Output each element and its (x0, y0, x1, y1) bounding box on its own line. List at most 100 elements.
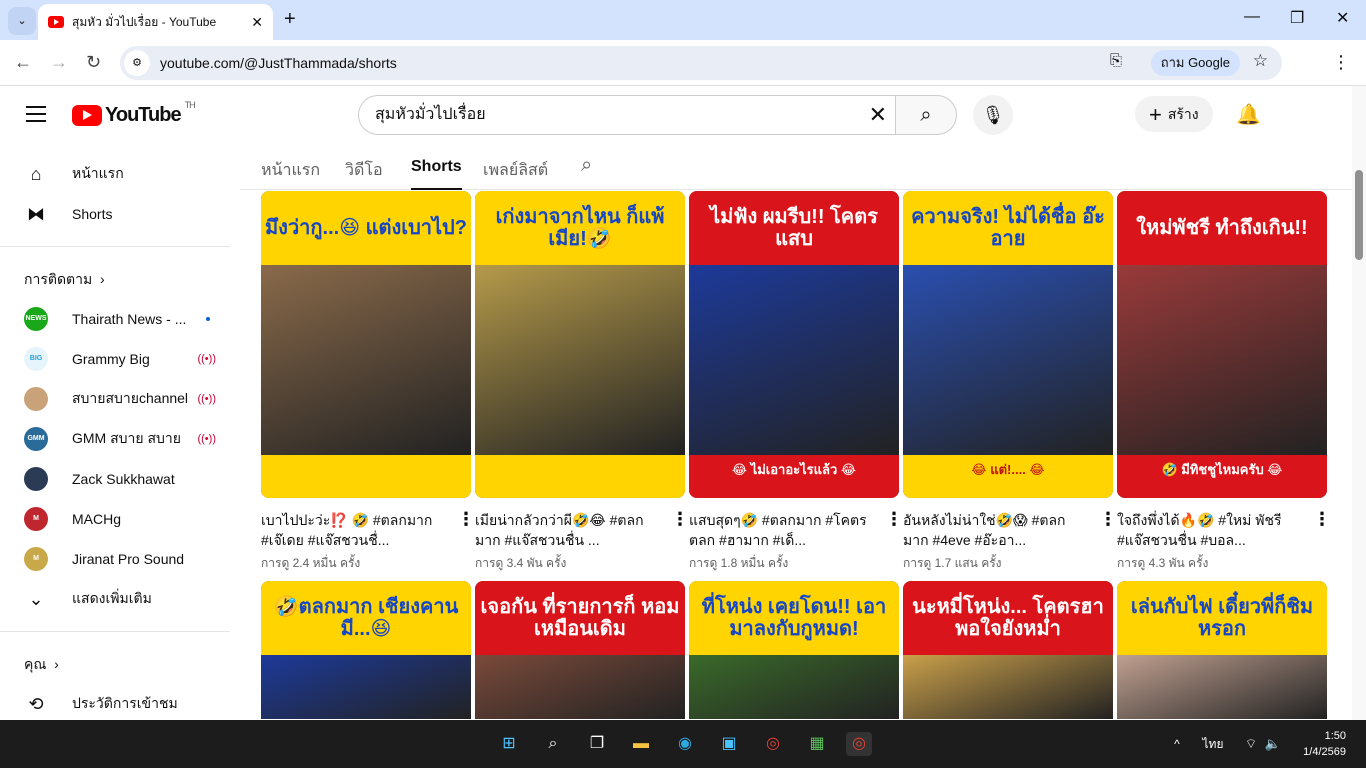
short-card[interactable]: มึงว่ากู...😆 แต่งเบาไป? เบาไปปะว่ะ⁉️ 🤣 #… (261, 191, 475, 573)
sidebar-item-home[interactable]: ⌂ หน้าแรก (0, 154, 240, 194)
tab-videos[interactable]: วิดีโอ (345, 158, 383, 183)
short-card[interactable]: ที่โหน่ง เคยโดน!! เอามาลงกับกูหมด! (689, 581, 899, 719)
sidebar-item-shorts[interactable]: ⧓ Shorts (0, 194, 240, 234)
forward-button[interactable]: → (50, 52, 68, 73)
you-header[interactable]: คุณ › (0, 644, 240, 684)
short-thumbnail[interactable]: นะหมี่โหน่ง... โคตรฮา พอใจยังหม่ำ (903, 581, 1113, 719)
short-title[interactable]: เบาไปปะว่ะ⁉️ 🤣 #ตลกมาก #เจ๊เดย #แจ๊สชวนช… (261, 510, 471, 550)
back-button[interactable]: ← (14, 52, 32, 73)
subscription-item[interactable]: Zack Sukkhawat (0, 459, 240, 499)
more-actions-icon[interactable]: ⋮ (1313, 509, 1331, 530)
chevron-down-icon: ⌄ (28, 588, 44, 609)
subscriptions-header[interactable]: การติดตาม › (0, 259, 240, 299)
plus-icon: + (1149, 102, 1162, 127)
search-input[interactable]: สุมหัวมั่วไปเรื่อย ✕ (358, 95, 896, 135)
browser-menu-button[interactable]: ⋮ (1332, 52, 1350, 73)
bookmark-star-icon[interactable]: ☆ (1253, 51, 1268, 71)
short-title[interactable]: ใจถึงพึ่งได้🔥🤣 #ใหม่ พัชรี #แจ๊สชวนชื่น … (1117, 510, 1327, 550)
short-thumbnail[interactable]: เล่นกับไฟ เดี๋ยวพี่ก็ชิมหรอก (1117, 581, 1327, 719)
short-card[interactable]: ความจริง! ไม่ได้ชื่อ อ๊ะอาย 😂 แต่!.... 😂… (903, 191, 1117, 573)
start-icon[interactable]: ⊞ (496, 732, 522, 756)
chrome-icon[interactable]: ◎ (760, 732, 786, 756)
subscription-item[interactable]: BIG Grammy Big ((•)) (0, 339, 240, 379)
tab-home[interactable]: หน้าแรก (261, 158, 320, 183)
install-app-icon[interactable]: ⎘ (1110, 52, 1122, 69)
short-thumbnail[interactable]: ใหม่พัชรี ทำถึงเกิน!! 🤣 มีทิชชูไหมครับ 😂 (1117, 191, 1327, 498)
volume-icon[interactable]: 🔈 (1260, 732, 1286, 756)
input-language[interactable]: ไทย (1200, 732, 1226, 756)
channel-avatar: M (24, 547, 48, 571)
short-title[interactable]: เมียน่ากลัวกว่าผี🤣😂 #ตลกมาก #แจ๊สชวนชื่น… (475, 510, 685, 550)
clear-search-icon[interactable]: ✕ (869, 96, 887, 134)
address-bar[interactable]: ⚙ youtube.com/@JustThammada/shorts ⎘ ถาม… (120, 46, 1282, 80)
subscription-item[interactable]: M MACHg (0, 499, 240, 539)
site-info-icon[interactable]: ⚙ (124, 50, 150, 76)
short-card[interactable]: เก่งมาจากไหน ก็แพ้เมีย!🤣 เมียน่ากลัวกว่า… (475, 191, 689, 573)
tray-overflow-icon[interactable]: ^ (1164, 732, 1190, 756)
taskbar-search-icon[interactable]: ⌕ (540, 732, 566, 756)
file-explorer-icon[interactable]: ▬ (628, 732, 654, 756)
short-thumbnail[interactable]: เจอกัน ที่รายการก็ หอมเหมือนเดิม (475, 581, 685, 719)
reload-button[interactable]: ↻ (86, 52, 101, 73)
minimize-button[interactable]: — (1244, 8, 1260, 26)
notifications-bell-icon[interactable]: 🔔 (1236, 102, 1261, 127)
close-tab-icon[interactable]: ✕ (251, 14, 263, 31)
short-thumbnail[interactable]: ความจริง! ไม่ได้ชื่อ อ๊ะอาย 😂 แต่!.... 😂 (903, 191, 1113, 498)
sidebar-item-history[interactable]: ⟲ ประวัติการเข้าชม (0, 684, 240, 724)
region-code: TH (184, 100, 196, 110)
more-actions-icon[interactable]: ⋮ (671, 509, 689, 530)
channel-name: MACHg (72, 511, 122, 527)
restore-button[interactable]: ❐ (1290, 8, 1304, 28)
short-title[interactable]: อันหลังไม่น่าใช่🤣😱 #ตลกมาก #4eve #อ๊ะอา.… (903, 510, 1113, 550)
subscription-item[interactable]: NEWS Thairath News - ... (0, 299, 240, 339)
tab-search-button[interactable]: ⌄ (8, 7, 36, 35)
ask-google-button[interactable]: ถาม Google (1150, 50, 1240, 76)
show-more-label: แสดงเพิ่มเติม (72, 590, 152, 606)
short-thumbnail[interactable]: ที่โหน่ง เคยโดน!! เอามาลงกับกูหมด! (689, 581, 899, 719)
scrollbar-thumb[interactable] (1355, 170, 1363, 260)
task-view-icon[interactable]: ❐ (584, 732, 610, 756)
short-card[interactable]: ใหม่พัชรี ทำถึงเกิน!! 🤣 มีทิชชูไหมครับ 😂… (1117, 191, 1331, 573)
menu-icon[interactable] (26, 106, 46, 127)
thumbnail-caption: 🤣 มีทิชชูไหมครับ 😂 (1117, 455, 1327, 498)
create-button[interactable]: + สร้าง (1135, 96, 1213, 132)
short-thumbnail[interactable]: เก่งมาจากไหน ก็แพ้เมีย!🤣 (475, 191, 685, 498)
subscription-item[interactable]: GMM GMM สบาย สบาย ((•)) (0, 419, 240, 459)
show-more-button[interactable]: ⌄ แสดงเพิ่มเติม (0, 579, 240, 619)
channel-search-icon[interactable]: ⌕ (581, 154, 592, 177)
clock[interactable]: 1:50 1/4/2569 (1303, 728, 1346, 760)
youtube-masthead: YouTube TH สุมหัวมั่วไปเรื่อย ✕ ⌕ 🎙 + สร้… (0, 86, 1352, 144)
close-window-button[interactable]: ✕ (1336, 8, 1349, 28)
subscription-item[interactable]: M Jiranat Pro Sound (0, 539, 240, 579)
store-icon[interactable]: ▣ (716, 732, 742, 756)
short-card[interactable]: เจอกัน ที่รายการก็ หอมเหมือนเดิม (475, 581, 685, 719)
short-card[interactable]: นะหมี่โหน่ง... โคตรฮา พอใจยังหม่ำ (903, 581, 1113, 719)
voice-search-button[interactable]: 🎙 (973, 95, 1013, 135)
sidebar-label: ประวัติการเข้าชม (72, 695, 178, 711)
youtube-logo[interactable]: YouTube TH (72, 100, 196, 127)
short-card[interactable]: 🤣ตลกมาก เชียงคานมี...😆 (261, 581, 471, 719)
short-thumbnail[interactable]: มึงว่ากู...😆 แต่งเบาไป? (261, 191, 471, 498)
more-actions-icon[interactable]: ⋮ (885, 509, 903, 530)
edge-icon[interactable]: ◉ (672, 732, 698, 756)
short-title[interactable]: แสบสุดๆ🤣 #ตลกมาก #โคตรตลก #ฮามาก #เด็... (689, 510, 899, 550)
more-actions-icon[interactable]: ⋮ (1099, 509, 1117, 530)
short-card[interactable]: ไม่ฟัง ผมรีบ!! โคตรแสบ 😂 ไม่เอาอะไรแล้ว … (689, 191, 903, 573)
short-card[interactable]: เล่นกับไฟ เดี๋ยวพี่ก็ชิมหรอก (1117, 581, 1327, 719)
browser-tab[interactable]: สุมหัว มั่วไปเรื่อย - YouTube ✕ (38, 4, 273, 40)
short-thumbnail[interactable]: ไม่ฟัง ผมรีบ!! โคตรแสบ 😂 ไม่เอาอะไรแล้ว … (689, 191, 899, 498)
tab-shorts[interactable]: Shorts (411, 158, 462, 190)
new-tab-button[interactable]: + (284, 8, 296, 31)
search-button[interactable]: ⌕ (895, 95, 957, 135)
page-scrollbar[interactable] (1352, 86, 1366, 720)
view-count: การดู 2.4 หมื่น ครั้ง (261, 556, 361, 570)
thumbnail-image (689, 265, 899, 455)
short-thumbnail[interactable]: 🤣ตลกมาก เชียงคานมี...😆 (261, 581, 471, 719)
more-actions-icon[interactable]: ⋮ (457, 509, 475, 530)
chrome-active-icon[interactable]: ◎ (846, 732, 872, 756)
subscription-item[interactable]: สบายสบายchannel ((•)) (0, 379, 240, 419)
tab-playlists[interactable]: เพลย์ลิสต์ (483, 158, 548, 183)
thumbnail-headline: ใหม่พัชรี ทำถึงเกิน!! (1117, 191, 1327, 265)
app-icon[interactable]: ▦ (804, 732, 830, 756)
url-text[interactable]: youtube.com/@JustThammada/shorts (160, 55, 397, 71)
